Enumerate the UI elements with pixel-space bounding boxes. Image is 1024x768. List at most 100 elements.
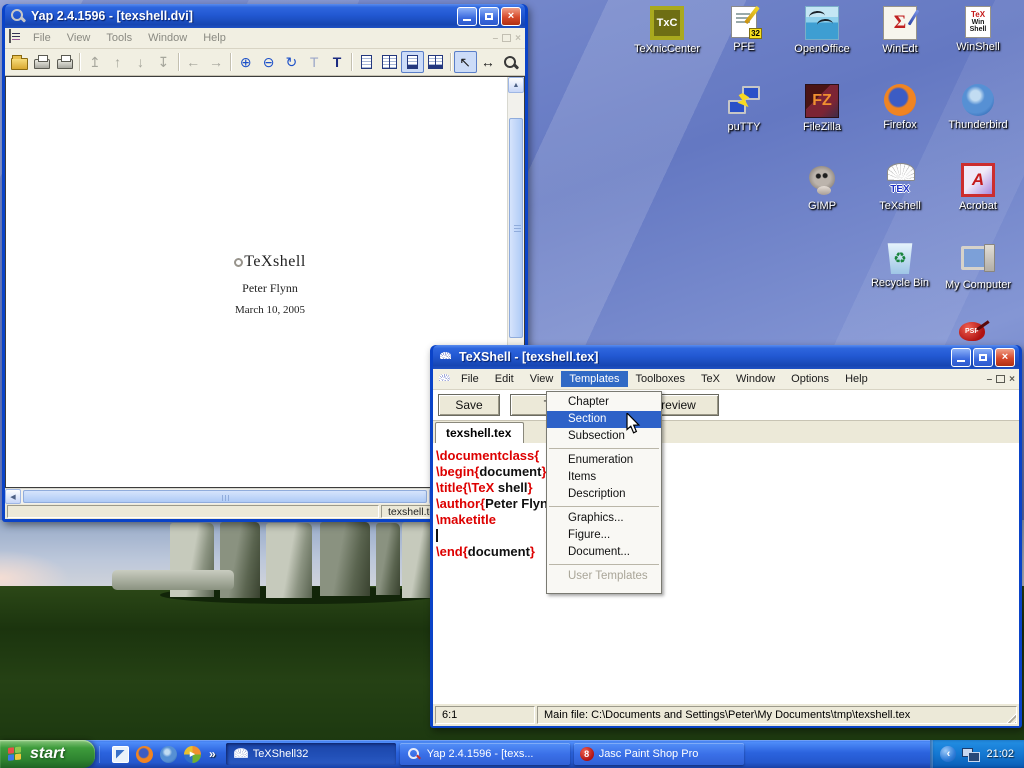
mdi-restore-icon[interactable] bbox=[502, 34, 511, 42]
desktop-icon-texshell[interactable]: TEXTeXshell bbox=[861, 163, 939, 212]
templates-menu-item-chapter[interactable]: Chapter bbox=[547, 394, 661, 411]
texshell-menu-view[interactable]: View bbox=[522, 371, 562, 387]
templates-menu-item-graphics[interactable]: Graphics... bbox=[547, 510, 661, 527]
taskbar-button-jasc-paint-shop-pro[interactable]: 8Jasc Paint Shop Pro bbox=[574, 743, 744, 765]
desktop-icon-gimp[interactable]: GIMP bbox=[783, 163, 861, 212]
texshell-maximize-button[interactable] bbox=[973, 348, 993, 367]
network-status-icon[interactable] bbox=[962, 747, 980, 761]
scroll-left-button[interactable]: ◀ bbox=[5, 489, 21, 504]
editor-line: \begin{document} bbox=[436, 464, 1019, 480]
yap-maximize-button[interactable] bbox=[479, 7, 499, 26]
texshell-save-button[interactable]: Save bbox=[438, 394, 500, 416]
texshell-menu-toolboxes[interactable]: Toolboxes bbox=[628, 371, 694, 387]
yap-close-button[interactable]: × bbox=[501, 7, 521, 26]
taskbar-button-yap-2-4-1596-texs[interactable]: Yap 2.4.1596 - [texs... bbox=[400, 743, 570, 765]
texshell-titlebar[interactable]: TeXShell - [texshell.tex] × bbox=[433, 345, 1019, 369]
templates-menu-item-enumeration[interactable]: Enumeration bbox=[547, 452, 661, 469]
continuous-fit-view-icon bbox=[428, 55, 443, 69]
texshell-menu-tex[interactable]: TeX bbox=[693, 371, 728, 387]
start-button[interactable]: start bbox=[0, 740, 95, 768]
yap-menu-file[interactable]: File bbox=[25, 30, 59, 46]
yap-minimize-button[interactable] bbox=[457, 7, 477, 26]
yap-tool-last-page[interactable]: ↧ bbox=[152, 51, 175, 73]
yap-tool-zoom-in[interactable]: ⊕ bbox=[234, 51, 257, 73]
yap-titlebar[interactable]: Yap 2.4.1596 - [texshell.dvi] × bbox=[5, 4, 525, 28]
texshell-mdi-controls: – × bbox=[987, 374, 1015, 385]
tab-texshell-tex[interactable]: texshell.tex bbox=[435, 422, 524, 443]
yap-tool-open[interactable] bbox=[8, 51, 31, 73]
yap-menu-view[interactable]: View bbox=[59, 30, 99, 46]
horizontal-scroll-thumb[interactable] bbox=[23, 490, 427, 503]
scroll-up-button[interactable]: ▲ bbox=[508, 77, 524, 93]
mdi-minimize-icon[interactable]: – bbox=[987, 374, 993, 385]
desktop-icon-filezilla[interactable]: FZFileZilla bbox=[783, 84, 861, 133]
templates-menu-item-description[interactable]: Description bbox=[547, 486, 661, 503]
templates-menu-item-figure[interactable]: Figure... bbox=[547, 527, 661, 544]
templates-menu-item-items[interactable]: Items bbox=[547, 469, 661, 486]
mdi-close-icon[interactable]: × bbox=[515, 33, 521, 44]
page-fit-view-icon bbox=[407, 55, 418, 69]
yap-tool-magnifier-tool[interactable] bbox=[499, 51, 522, 73]
yap-tool-previous-page[interactable]: ↑ bbox=[106, 51, 129, 73]
yap-tool-first-page[interactable]: ↥ bbox=[83, 51, 106, 73]
yap-tool-refresh[interactable]: ↻ bbox=[280, 51, 303, 73]
scroll-up-icon: ▲ bbox=[513, 82, 520, 89]
yap-tool-ruler[interactable]: T bbox=[303, 51, 326, 73]
texshell-menu-help[interactable]: Help bbox=[837, 371, 876, 387]
texshell-close-button[interactable]: × bbox=[995, 348, 1015, 367]
desktop-icon-openoffice[interactable]: OpenOffice bbox=[783, 6, 861, 55]
desktop-icon-recyclebin[interactable]: ♻Recycle Bin bbox=[861, 242, 939, 289]
yap-tool-continuous-view[interactable] bbox=[378, 51, 401, 73]
desktop-icon-firefox[interactable]: Firefox bbox=[861, 84, 939, 131]
yap-menu-tools[interactable]: Tools bbox=[98, 30, 140, 46]
yap-tool-forward[interactable]: → bbox=[205, 51, 228, 73]
yap-tool-page-fit-view[interactable] bbox=[401, 51, 424, 73]
tray-collapse-button[interactable]: ‹ bbox=[940, 746, 956, 762]
mdi-close-icon[interactable]: × bbox=[1009, 374, 1015, 385]
templates-menu-item-subsection[interactable]: Subsection bbox=[547, 428, 661, 445]
mdi-restore-icon[interactable] bbox=[996, 375, 1005, 383]
desktop-icon-putty[interactable]: puTTY bbox=[705, 84, 783, 133]
yap-tool-print-page[interactable] bbox=[54, 51, 77, 73]
toolbar-separator bbox=[178, 53, 179, 71]
taskbar-button-texshell32[interactable]: TeXShell32 bbox=[226, 743, 396, 765]
desktop-icon-winedt[interactable]: ΣWinEdt bbox=[861, 6, 939, 55]
mdi-minimize-icon[interactable]: – bbox=[493, 33, 499, 44]
desktop-icon-winshell[interactable]: TeXWin ShellWinShell bbox=[939, 6, 1017, 53]
desktop-icon-pfe[interactable]: 32PFE bbox=[705, 6, 783, 53]
desktop-icon-thunderbird[interactable]: Thunderbird bbox=[939, 84, 1017, 131]
yap-tool-single-page-view[interactable] bbox=[355, 51, 378, 73]
desktop-icon-acrobat[interactable]: AAcrobat bbox=[939, 163, 1017, 212]
texshell-minimize-button[interactable] bbox=[951, 348, 971, 367]
texshell-menu-options[interactable]: Options bbox=[783, 371, 837, 387]
quick-launch-overflow-chevron[interactable]: » bbox=[209, 747, 216, 761]
yap-tool-zoom-out[interactable]: ⊖ bbox=[257, 51, 280, 73]
texshell-editor[interactable]: \documentclass{\begin{document}\title{\T… bbox=[433, 443, 1019, 704]
yap-tool-back[interactable]: ← bbox=[182, 51, 205, 73]
yap-menu-help[interactable]: Help bbox=[195, 30, 234, 46]
scroll-left-icon: ◀ bbox=[10, 493, 15, 501]
vertical-scroll-thumb[interactable] bbox=[509, 118, 523, 338]
yap-tool-next-page[interactable]: ↓ bbox=[129, 51, 152, 73]
quick-launch-firefox[interactable] bbox=[136, 746, 153, 763]
yap-tool-text-select[interactable]: T bbox=[326, 51, 349, 73]
yap-tool-pan-tool[interactable]: ↔ bbox=[477, 51, 500, 73]
yap-tool-print[interactable] bbox=[31, 51, 54, 73]
texshell-menu-templates[interactable]: Templates bbox=[561, 371, 627, 387]
yap-tool-select-tool[interactable]: ↖ bbox=[454, 51, 477, 73]
templates-menu-item-section[interactable]: Section bbox=[547, 411, 661, 428]
texshell-menu-edit[interactable]: Edit bbox=[487, 371, 522, 387]
templates-menu-item-document[interactable]: Document... bbox=[547, 544, 661, 561]
icon-glyph: ♻ bbox=[893, 249, 906, 267]
yap-menu-window[interactable]: Window bbox=[140, 30, 195, 46]
texshell-menu-window[interactable]: Window bbox=[728, 371, 783, 387]
quick-launch-media-player[interactable]: ▶ bbox=[184, 746, 201, 763]
quick-launch-thunderbird[interactable] bbox=[160, 746, 177, 763]
yap-tool-continuous-fit-view[interactable] bbox=[424, 51, 447, 73]
taskbar-clock[interactable]: 21:02 bbox=[986, 748, 1014, 760]
texshell-menu-file[interactable]: File bbox=[453, 371, 487, 387]
quick-launch-show-desktop[interactable] bbox=[112, 746, 129, 763]
desktop-icon-texniccenter[interactable]: TxCTeXnicCenter bbox=[628, 6, 706, 55]
desktop-icon-mycomputer[interactable]: My Computer bbox=[939, 242, 1017, 291]
code-segment: } bbox=[530, 544, 535, 559]
